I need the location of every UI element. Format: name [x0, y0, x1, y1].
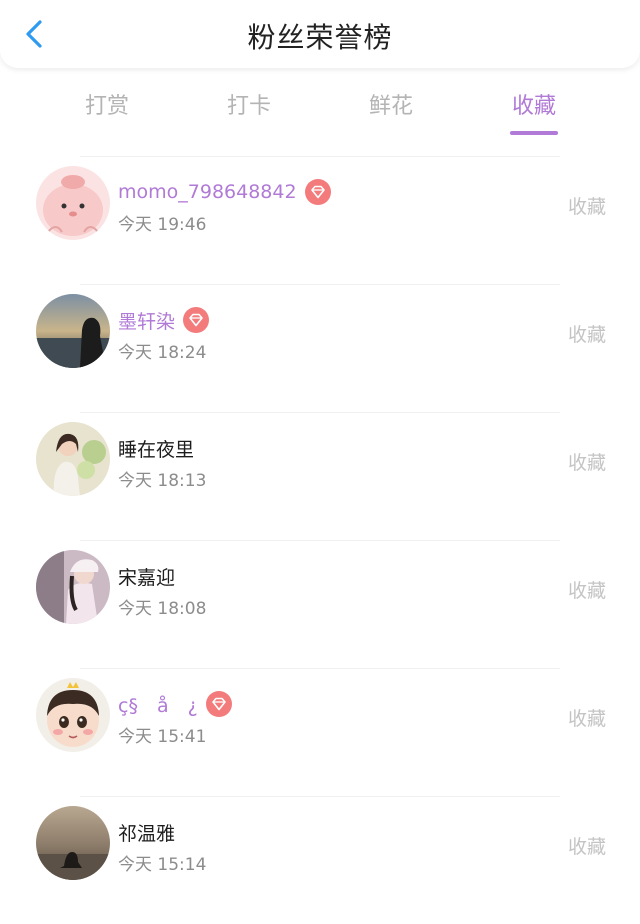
- tab-favorites[interactable]: 收藏: [489, 88, 579, 120]
- fan-row[interactable]: ç§ å ¿ 今天 15:41 收藏: [0, 668, 640, 796]
- fan-time: 今天 18:13: [118, 471, 207, 491]
- fan-row[interactable]: 祁温雅 今天 15:14 收藏: [0, 796, 640, 924]
- fan-name: ç§ å ¿: [118, 694, 198, 717]
- avatar: [36, 294, 110, 368]
- avatar: [36, 806, 110, 880]
- top-bar: 粉丝荣誉榜: [0, 0, 640, 68]
- fan-time: 今天 15:41: [118, 727, 207, 747]
- action-label: 收藏: [567, 196, 606, 218]
- fan-time: 今天 18:08: [118, 599, 207, 619]
- fan-time: 今天 19:46: [118, 215, 207, 235]
- tab-checkin[interactable]: 打卡: [204, 88, 294, 120]
- avatar: [36, 166, 110, 240]
- fan-row[interactable]: 宋嘉迎 今天 18:08 收藏: [0, 540, 640, 668]
- fan-time: 今天 18:24: [118, 343, 207, 363]
- action-label: 收藏: [567, 836, 606, 858]
- action-label: 收藏: [567, 324, 606, 346]
- avatar: [36, 550, 110, 624]
- tab-bar: 打赏 打卡 鲜花 收藏: [0, 78, 640, 138]
- action-label: 收藏: [567, 452, 606, 474]
- diamond-badge-icon: [205, 691, 232, 717]
- action-label: 收藏: [567, 708, 606, 730]
- avatar: [36, 422, 110, 496]
- fan-list: momo_798648842 今天 19:46 收藏 墨轩染 今天 18:24 …: [0, 156, 640, 924]
- fan-name: momo_798648842: [118, 181, 297, 203]
- avatar: [36, 678, 110, 752]
- action-label: 收藏: [567, 580, 606, 602]
- page-title: 粉丝荣誉榜: [247, 21, 393, 54]
- tab-reward[interactable]: 打赏: [62, 88, 152, 120]
- tab-flowers[interactable]: 鲜花: [346, 88, 436, 120]
- active-tab-indicator: [510, 131, 558, 135]
- diamond-badge-icon: [304, 179, 331, 205]
- fan-name: 睡在夜里: [118, 438, 195, 461]
- fan-name: 宋嘉迎: [118, 566, 176, 589]
- fan-name: 祁温雅: [118, 822, 176, 845]
- fan-name: 墨轩染: [118, 310, 176, 333]
- fan-row[interactable]: momo_798648842 今天 19:46 收藏: [0, 156, 640, 284]
- diamond-badge-icon: [183, 307, 210, 333]
- fan-time: 今天 15:14: [118, 855, 207, 875]
- fan-row[interactable]: 睡在夜里 今天 18:13 收藏: [0, 412, 640, 540]
- fan-row[interactable]: 墨轩染 今天 18:24 收藏: [0, 284, 640, 412]
